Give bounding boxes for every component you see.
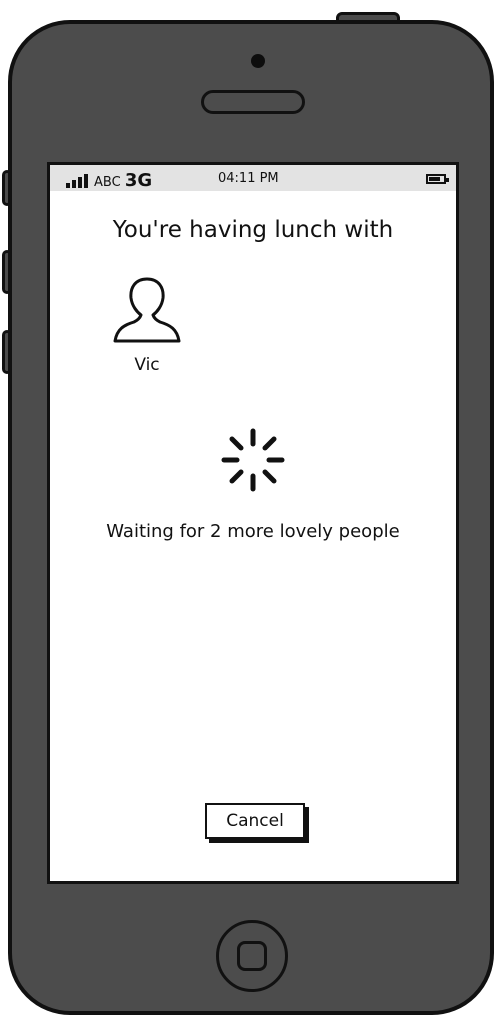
speaker-grille [201,90,305,114]
signal-strength-icon [66,174,88,188]
phone-screen: ABC 3G 04:11 PM You're having lunch with… [47,162,459,884]
home-button[interactable] [216,920,288,992]
loading-spinner-icon [221,428,285,492]
cancel-button[interactable]: Cancel [205,803,305,839]
person-icon [113,277,181,343]
participant-name: Vic [134,355,160,375]
status-time: 04:11 PM [218,171,279,186]
page-title: You're having lunch with [112,217,394,243]
carrier-name: ABC [94,175,121,190]
carrier-info: ABC 3G [94,170,152,191]
home-button-icon [237,941,267,971]
waiting-status-text: Waiting for 2 more lovely people [106,521,400,542]
camera-icon [251,54,265,68]
mockup-stage: ABC 3G 04:11 PM You're having lunch with… [0,0,502,1025]
battery-icon [426,174,449,184]
network-type: 3G [124,170,153,191]
status-bar: ABC 3G 04:11 PM [50,165,456,191]
